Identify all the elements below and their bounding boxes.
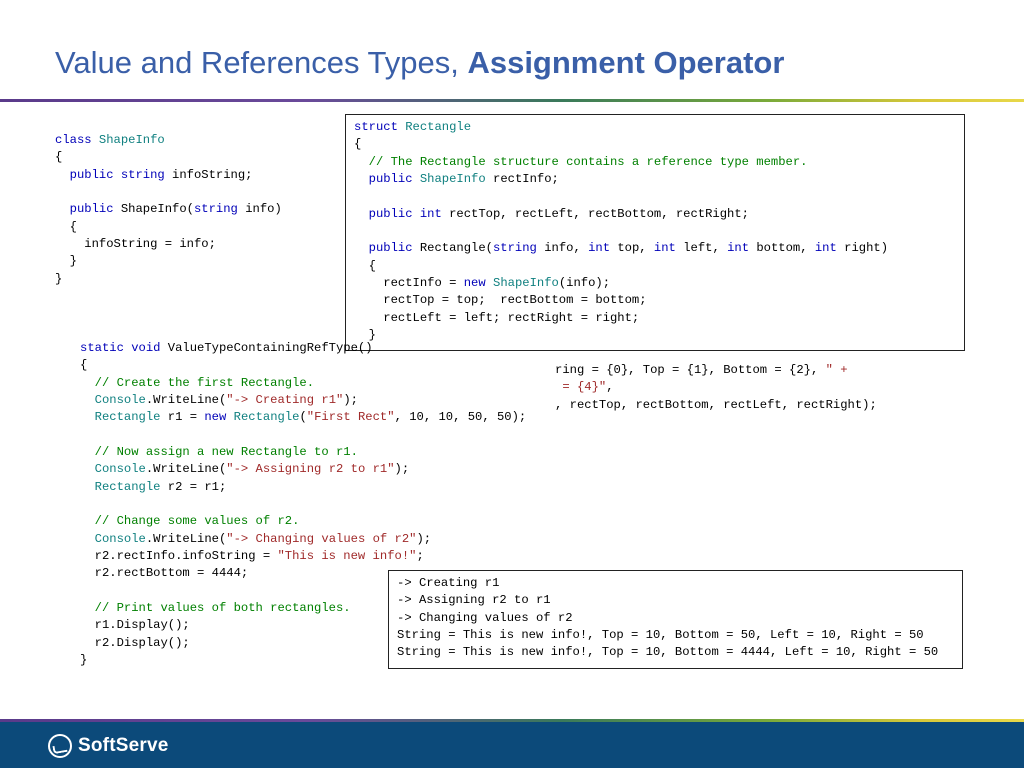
brand-logo: SoftServe: [48, 734, 169, 758]
slide-content: class ShapeInfo { public string infoStri…: [0, 102, 1024, 682]
brand-name: SoftServe: [78, 735, 169, 757]
logo-icon: [48, 734, 72, 758]
code-rectangle-box: struct Rectangle { // The Rectangle stru…: [345, 114, 965, 351]
title-light: Value and References Types,: [55, 45, 467, 80]
output-box: -> Creating r1 -> Assigning r2 to r1 -> …: [388, 570, 963, 669]
title-bold: Assignment Operator: [467, 45, 784, 80]
code-rect-extra: ring = {0}, Top = {1}, Bottom = {2}, " +…: [555, 362, 877, 414]
code-shapeinfo: class ShapeInfo { public string infoStri…: [55, 132, 282, 288]
output-text: -> Creating r1 -> Assigning r2 to r1 -> …: [397, 575, 954, 662]
footer-bar: SoftServe: [0, 722, 1024, 768]
slide-title: Value and References Types, Assignment O…: [0, 0, 1024, 99]
code-rectangle: struct Rectangle { // The Rectangle stru…: [354, 119, 956, 344]
